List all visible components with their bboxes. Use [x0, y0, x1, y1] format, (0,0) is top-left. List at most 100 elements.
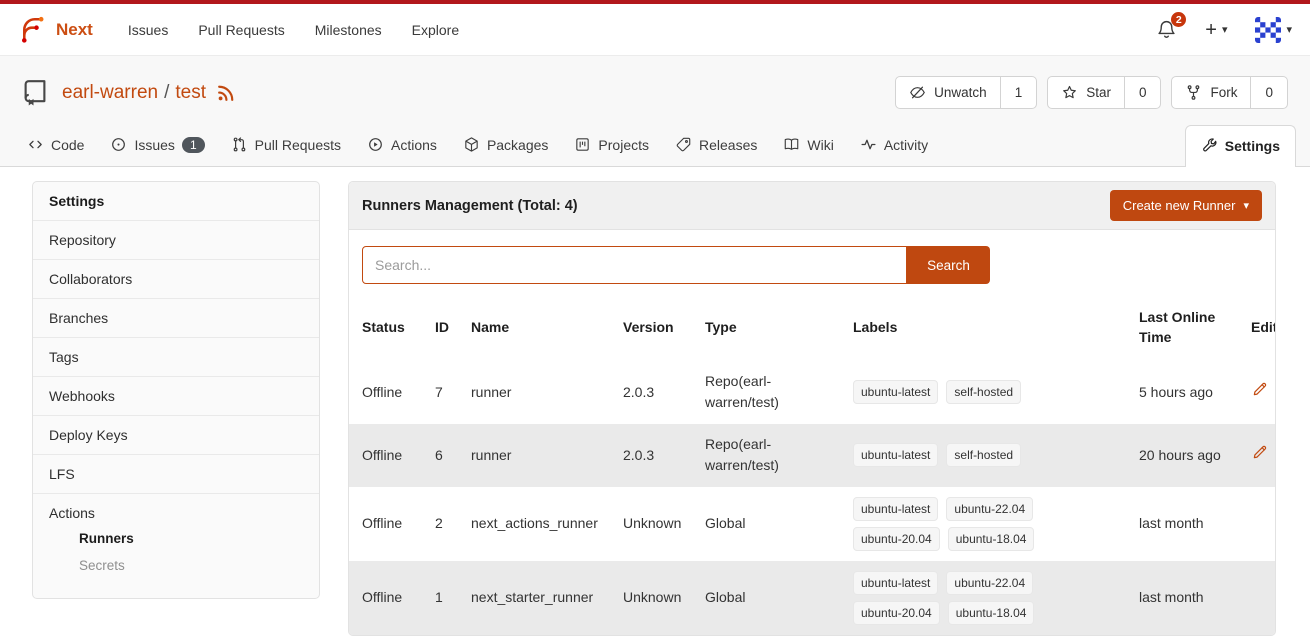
page-content: Settings Repository Collaborators Branch… — [0, 167, 1310, 636]
tab-pull-requests[interactable]: Pull Requests — [218, 127, 354, 166]
repo-name-link[interactable]: test — [175, 82, 206, 104]
repo-title: earl-warren / test — [62, 82, 236, 104]
tab-label: Releases — [699, 137, 757, 153]
caret-down-icon: ▾ — [1243, 199, 1249, 212]
runner-id: 1 — [427, 561, 463, 635]
runner-name: next_actions_runner — [463, 487, 615, 561]
table-row: Offline 1 next_starter_runner Unknown Gl… — [349, 561, 1276, 635]
tab-label: Actions — [391, 137, 437, 153]
runner-id: 7 — [427, 361, 463, 424]
col-name: Name — [463, 294, 615, 361]
table-header-row: Status ID Name Version Type Labels Last … — [349, 294, 1276, 361]
tab-activity[interactable]: Activity — [847, 127, 941, 166]
top-navbar: Next Issues Pull Requests Milestones Exp… — [0, 4, 1310, 56]
tab-projects[interactable]: Projects — [561, 127, 662, 166]
table-row: Offline 7 runner 2.0.3 Repo(earl-warren/… — [349, 361, 1276, 424]
nav-item-milestones[interactable]: Milestones — [300, 22, 397, 38]
runner-edit-cell — [1243, 361, 1276, 424]
watchers-count[interactable]: 1 — [1000, 77, 1037, 108]
runner-edit-cell — [1243, 487, 1276, 561]
fork-button[interactable]: Fork — [1172, 77, 1250, 108]
repo-header-band: earl-warren / test U — [0, 56, 1310, 167]
runner-version: Unknown — [615, 487, 697, 561]
runner-status: Offline — [349, 561, 427, 635]
notifications-button[interactable]: 2 — [1156, 19, 1177, 40]
unwatch-label: Unwatch — [934, 85, 987, 100]
runner-labels: ubuntu-latest ubuntu-22.04 ubuntu-20.04 … — [845, 561, 1131, 635]
tab-label: Settings — [1225, 138, 1280, 154]
sidebar-item-secrets[interactable]: Secrets — [49, 552, 303, 579]
runner-version: 2.0.3 — [615, 361, 697, 424]
rss-feed-icon[interactable] — [216, 83, 236, 103]
tab-label: Pull Requests — [255, 137, 341, 153]
label-badge: ubuntu-latest — [853, 571, 938, 595]
label-badge: ubuntu-18.04 — [948, 601, 1035, 625]
tab-packages[interactable]: Packages — [450, 127, 561, 166]
search-button[interactable]: Search — [907, 246, 990, 284]
repo-owner-link[interactable]: earl-warren — [62, 82, 158, 104]
search-group: Search — [362, 246, 990, 284]
search-input[interactable] — [362, 246, 907, 284]
label-badge: ubuntu-18.04 — [948, 527, 1035, 551]
sidebar-item-deploy-keys[interactable]: Deploy Keys — [33, 416, 319, 455]
sidebar-item-repository[interactable]: Repository — [33, 221, 319, 260]
create-new-menu[interactable]: + ▾ — [1205, 20, 1227, 40]
repo-action-buttons: Unwatch 1 Star 0 — [895, 76, 1288, 109]
forks-count[interactable]: 0 — [1250, 77, 1287, 108]
unwatch-button[interactable]: Unwatch — [896, 77, 1000, 108]
star-button[interactable]: Star — [1048, 77, 1124, 108]
runner-last-online: last month — [1131, 487, 1243, 561]
home-link[interactable]: Next — [18, 15, 93, 44]
runner-status: Offline — [349, 487, 427, 561]
edit-pencil-icon[interactable] — [1251, 380, 1269, 398]
col-type: Type — [697, 294, 845, 361]
label-badge: ubuntu-20.04 — [853, 527, 940, 551]
sidebar-item-lfs[interactable]: LFS — [33, 455, 319, 494]
tab-issues[interactable]: Issues 1 — [97, 127, 217, 166]
nav-item-issues[interactable]: Issues — [113, 22, 183, 38]
nav-item-pull-requests[interactable]: Pull Requests — [183, 22, 299, 38]
label-badge: ubuntu-latest — [853, 380, 938, 404]
edit-pencil-icon[interactable] — [1251, 443, 1269, 461]
create-runner-button[interactable]: Create new Runner ▾ — [1110, 190, 1262, 221]
nav-item-explore[interactable]: Explore — [397, 22, 474, 38]
sidebar-item-collaborators[interactable]: Collaborators — [33, 260, 319, 299]
sidebar-item-tags[interactable]: Tags — [33, 338, 319, 377]
tab-releases[interactable]: Releases — [662, 127, 770, 166]
runner-last-online: 5 hours ago — [1131, 361, 1243, 424]
sidebar-item-runners[interactable]: Runners — [49, 525, 303, 552]
play-circle-icon — [367, 136, 384, 153]
user-menu[interactable]: ▾ — [1255, 17, 1292, 43]
sidebar-item-webhooks[interactable]: Webhooks — [33, 377, 319, 416]
fork-icon — [1185, 84, 1202, 101]
issue-circle-icon — [110, 136, 127, 153]
pulse-icon — [860, 136, 877, 153]
tab-actions[interactable]: Actions — [354, 127, 450, 166]
sidebar-actions-label: Actions — [49, 505, 303, 521]
runner-name: next_starter_runner — [463, 561, 615, 635]
runner-labels: ubuntu-latest self-hosted — [845, 424, 1131, 487]
tab-label: Issues — [134, 137, 174, 153]
star-label: Star — [1086, 85, 1111, 100]
tab-label: Wiki — [807, 137, 833, 153]
tab-wiki[interactable]: Wiki — [770, 127, 846, 166]
col-version: Version — [615, 294, 697, 361]
settings-sidebar: Settings Repository Collaborators Branch… — [32, 181, 320, 599]
runner-last-online: 20 hours ago — [1131, 424, 1243, 487]
sidebar-item-actions[interactable]: Actions Runners Secrets — [33, 494, 319, 598]
git-pull-request-icon — [231, 136, 248, 153]
avatar — [1255, 17, 1281, 43]
stars-count[interactable]: 0 — [1124, 77, 1161, 108]
issues-count-badge: 1 — [182, 137, 205, 153]
code-icon — [27, 136, 44, 153]
runner-id: 2 — [427, 487, 463, 561]
runners-table: Status ID Name Version Type Labels Last … — [349, 294, 1276, 635]
tab-settings[interactable]: Settings — [1185, 125, 1296, 167]
tab-code[interactable]: Code — [14, 127, 97, 166]
forgejo-logo-icon — [18, 15, 47, 44]
sidebar-item-branches[interactable]: Branches — [33, 299, 319, 338]
label-badge: self-hosted — [946, 443, 1021, 467]
sidebar-title: Settings — [33, 182, 319, 221]
runner-version: Unknown — [615, 561, 697, 635]
repo-tab-bar: Code Issues 1 Pull Requests — [0, 125, 1310, 166]
